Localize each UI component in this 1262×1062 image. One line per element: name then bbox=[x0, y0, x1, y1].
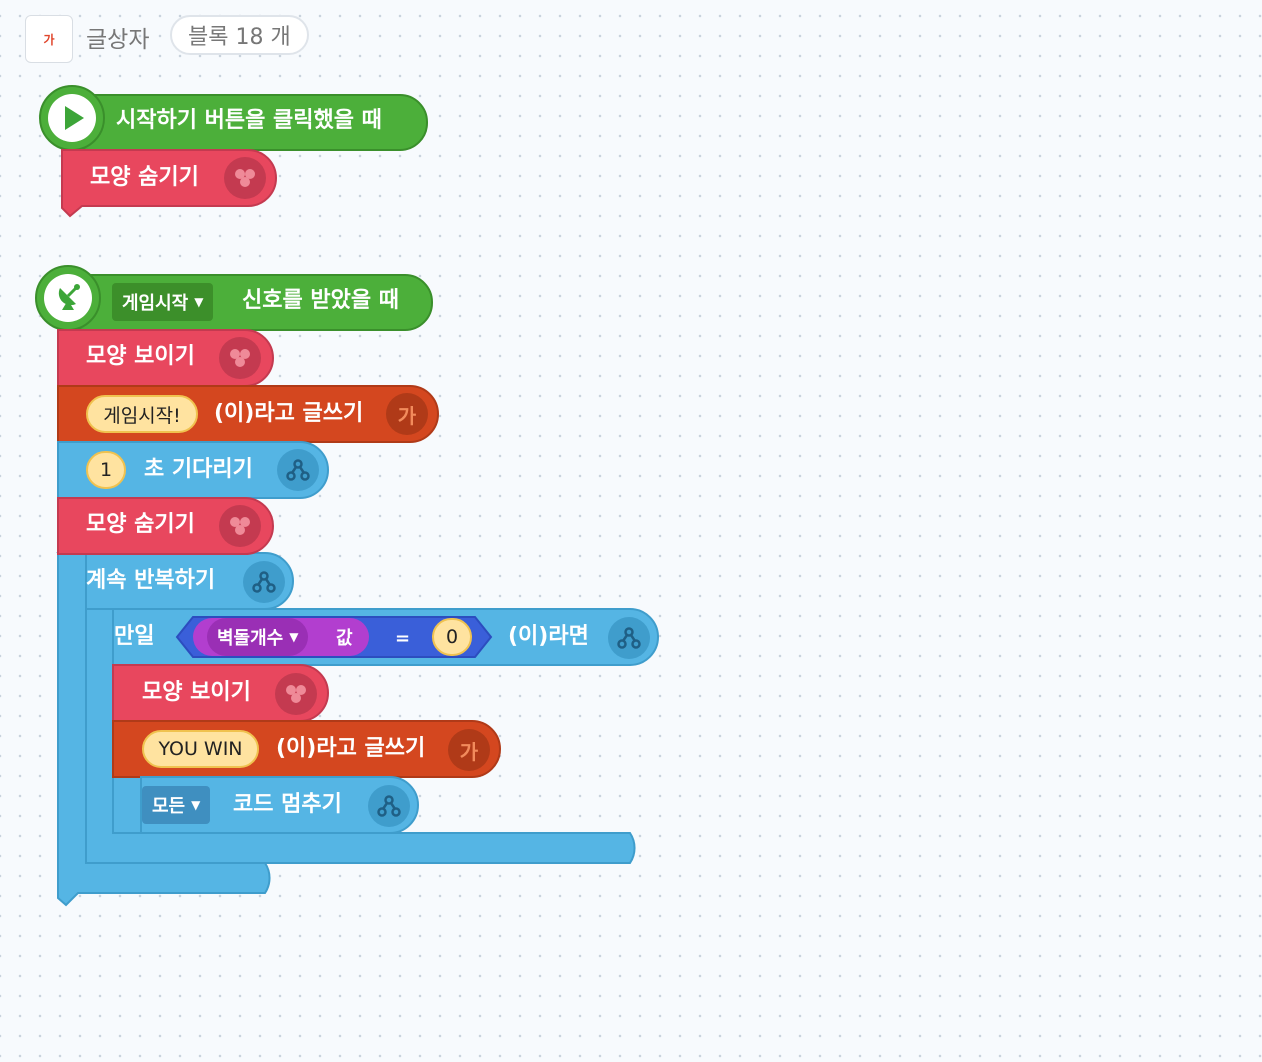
then-label: (이)라면 bbox=[508, 624, 589, 649]
stop-dropdown[interactable]: 모든 ▼ bbox=[142, 786, 211, 824]
text-icon: 가 bbox=[448, 729, 490, 771]
flow-icon bbox=[368, 785, 410, 827]
write-label: (이)라고 글쓰기 bbox=[214, 401, 364, 426]
dropdown-arrow-icon: ▼ bbox=[289, 630, 299, 644]
if-label: 만일 bbox=[114, 624, 155, 649]
looks-icon bbox=[275, 673, 317, 715]
script-start-clicked[interactable] bbox=[39, 85, 428, 218]
looks-icon bbox=[219, 337, 261, 379]
flow-icon bbox=[243, 561, 285, 603]
looks-icon bbox=[224, 157, 266, 199]
inner-write-label: (이)라고 글쓰기 bbox=[276, 736, 426, 761]
inner-show-label: 모양 보이기 bbox=[142, 680, 251, 705]
variable-value-label: 값 bbox=[336, 628, 353, 649]
text-icon: 가 bbox=[386, 393, 428, 435]
start-event-label: 시작하기 버튼을 클릭했을 때 bbox=[116, 108, 382, 133]
operator-equals[interactable]: = bbox=[395, 626, 410, 652]
variable-dropdown[interactable]: 벽돌개수 ▼ bbox=[207, 618, 309, 656]
flow-icon bbox=[277, 449, 319, 491]
dropdown-arrow-icon: ▼ bbox=[194, 295, 204, 309]
wait-label: 초 기다리기 bbox=[144, 457, 253, 482]
dropdown-arrow-icon: ▼ bbox=[191, 798, 201, 812]
hide-label-1: 모양 숨기기 bbox=[90, 165, 199, 190]
inner-write-text-input[interactable]: YOU WIN bbox=[142, 730, 259, 768]
flow-icon bbox=[608, 617, 650, 659]
compare-value-input[interactable]: 0 bbox=[432, 618, 472, 656]
show-label: 모양 보이기 bbox=[86, 344, 195, 369]
signal-label: 신호를 받았을 때 bbox=[242, 288, 399, 313]
repeat-label: 계속 반복하기 bbox=[86, 568, 216, 593]
hide-label-2: 모양 숨기기 bbox=[86, 512, 195, 537]
signal-dropdown[interactable]: 게임시작 ▼ bbox=[112, 283, 214, 321]
wait-seconds-input[interactable]: 1 bbox=[86, 451, 126, 489]
stop-label: 코드 멈추기 bbox=[233, 792, 342, 817]
write-text-input[interactable]: 게임시작! bbox=[86, 395, 198, 433]
looks-icon bbox=[219, 505, 261, 547]
